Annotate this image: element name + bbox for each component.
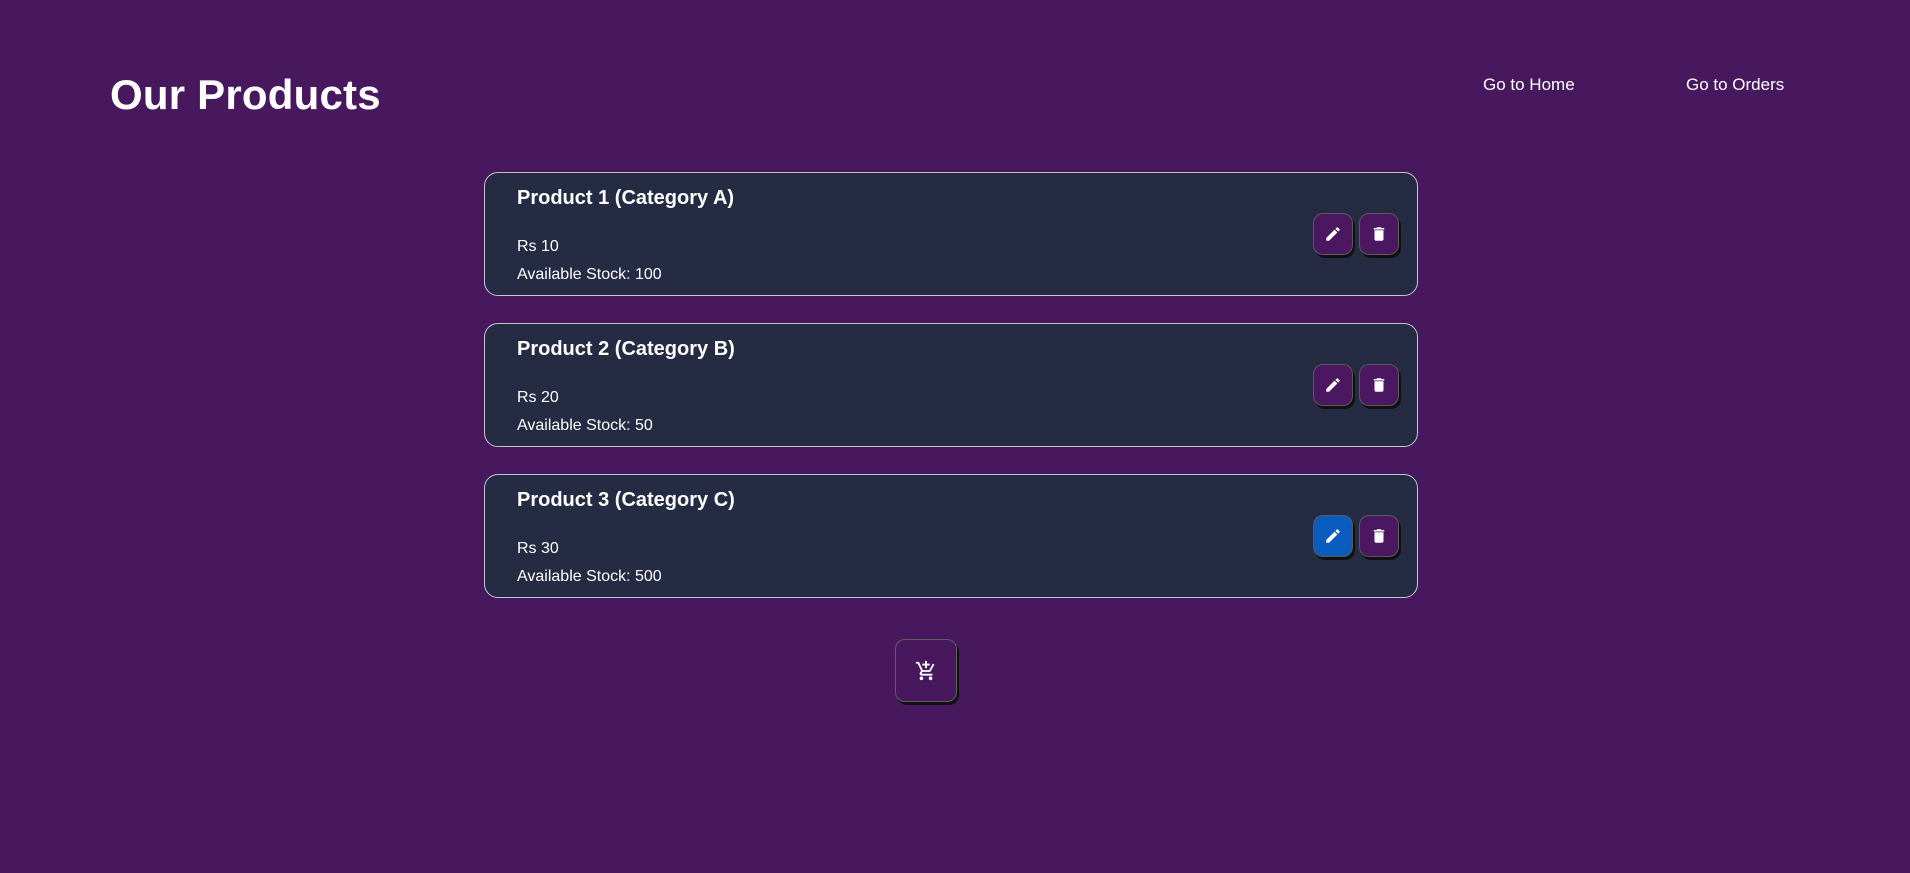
delete-button[interactable] [1359, 364, 1399, 406]
product-price: Rs 20 [517, 389, 559, 406]
product-price: Rs 10 [517, 238, 559, 255]
product-price: Rs 30 [517, 540, 559, 557]
nav-home-link[interactable]: Go to Home [1483, 74, 1575, 96]
add-to-cart-button[interactable] [895, 639, 957, 702]
product-card: Product 2 (Category B) Rs 20 Available S… [484, 323, 1418, 447]
product-title: Product 1 (Category A) [517, 187, 735, 209]
product-stock: Available Stock: 50 [517, 417, 653, 434]
trash-icon [1373, 227, 1385, 241]
product-title: Product 3 (Category C) [517, 489, 735, 511]
product-stock: Available Stock: 100 [517, 266, 662, 283]
trash-icon [1373, 378, 1385, 392]
product-stock: Available Stock: 500 [517, 568, 662, 585]
product-card: Product 3 (Category C) Rs 30 Available S… [484, 474, 1418, 598]
edit-button[interactable] [1313, 213, 1353, 255]
nav-orders-link[interactable]: Go to Orders [1686, 74, 1784, 96]
product-title: Product 2 (Category B) [517, 338, 735, 360]
pencil-icon [1326, 378, 1340, 392]
cart-add-icon [915, 660, 935, 680]
delete-button[interactable] [1359, 515, 1399, 557]
edit-button[interactable] [1313, 515, 1353, 557]
pencil-icon [1326, 227, 1340, 241]
delete-button[interactable] [1359, 213, 1399, 255]
pencil-icon [1326, 529, 1340, 543]
trash-icon [1373, 529, 1385, 543]
product-card: Product 1 (Category A) Rs 10 Available S… [484, 172, 1418, 296]
edit-button[interactable] [1313, 364, 1353, 406]
page-title: Our Products [110, 71, 381, 118]
